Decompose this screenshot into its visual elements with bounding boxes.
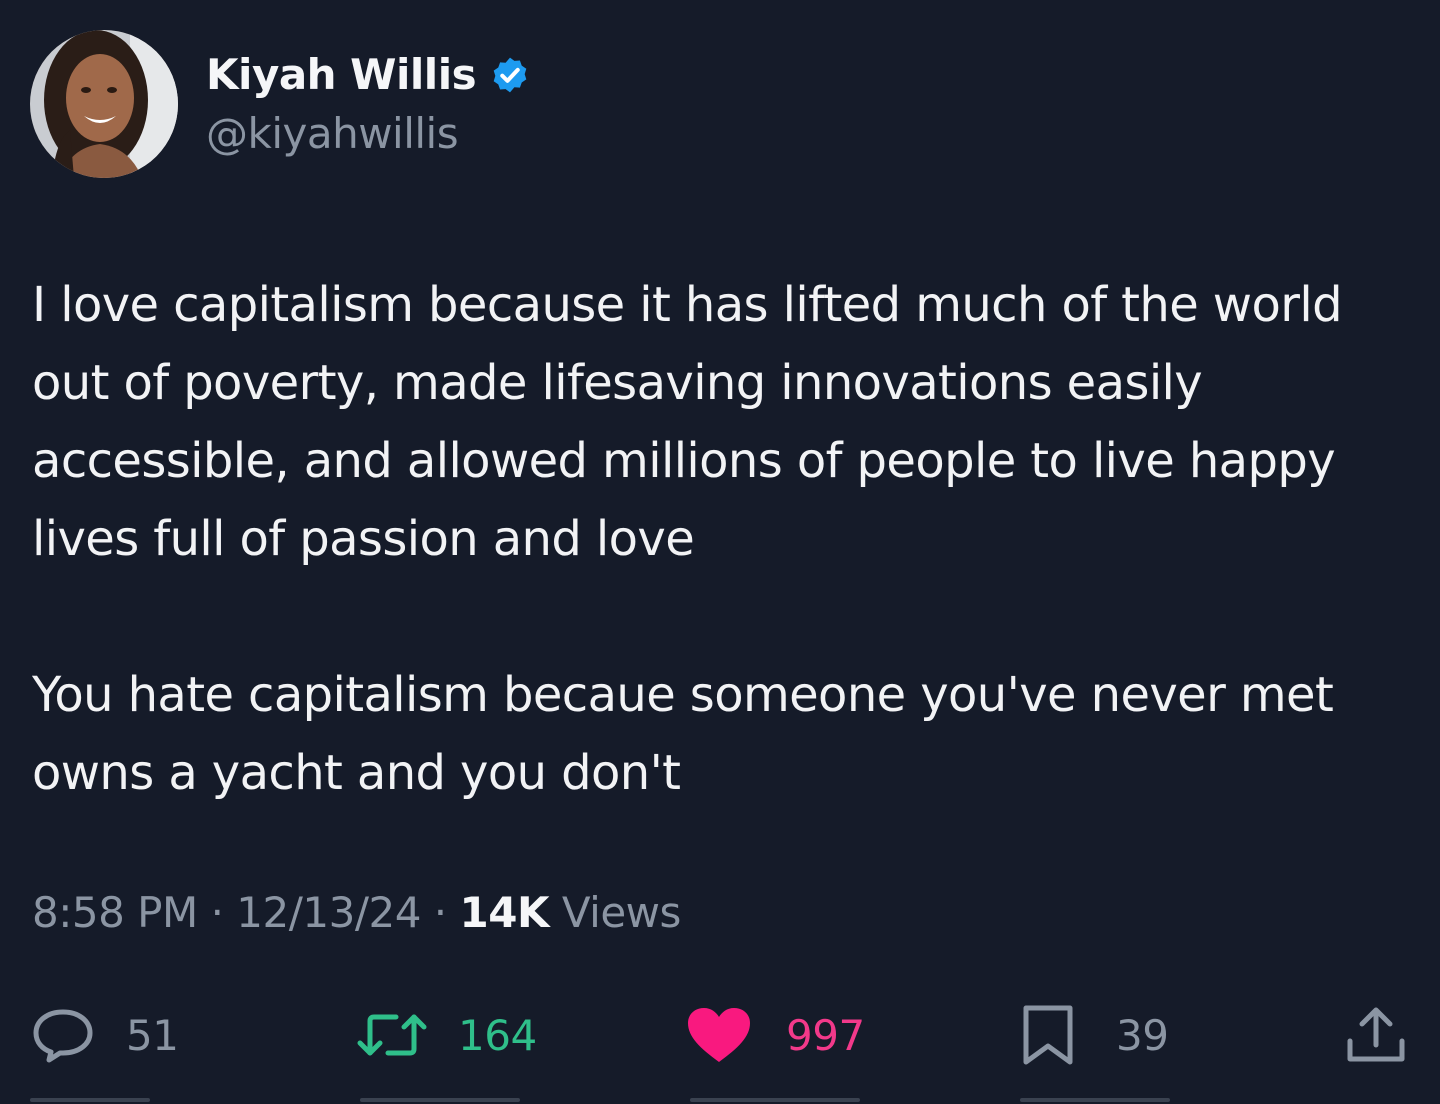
tweet-text: I love capitalism because it has lifted … <box>32 266 1412 812</box>
share-icon <box>1347 1007 1405 1062</box>
retweet-icon <box>357 1014 427 1056</box>
bookmark-count: 39 <box>1116 1010 1169 1060</box>
reply-icon <box>33 1009 93 1063</box>
meta-separator: · <box>197 888 237 937</box>
action-bar: 51 164 997 39 <box>0 1000 1440 1070</box>
avatar[interactable] <box>30 30 178 178</box>
retweet-count: 164 <box>458 1010 537 1060</box>
heart-icon <box>688 1008 750 1062</box>
tweet-time[interactable]: 8:58 PM <box>32 888 198 937</box>
tweet-paragraph: You hate capitalism becaue someone you'v… <box>32 667 1334 801</box>
share-button[interactable] <box>1344 1000 1408 1070</box>
reply-button[interactable]: 51 <box>30 1000 179 1070</box>
like-count: 997 <box>786 1010 865 1060</box>
cutoff-mark <box>30 1098 150 1102</box>
tweet-date[interactable]: 12/13/24 <box>236 888 421 937</box>
like-button[interactable]: 997 <box>686 1000 865 1070</box>
views-label: Views <box>561 888 682 937</box>
avatar-image <box>30 30 178 178</box>
retweet-button[interactable]: 164 <box>356 1000 537 1070</box>
tweet-paragraph: I love capitalism because it has lifted … <box>32 277 1343 567</box>
display-name-row: Kiyah Willis <box>206 50 532 99</box>
cutoff-mark <box>1020 1098 1170 1102</box>
views-count: 14K <box>459 888 550 937</box>
tweet-meta: 8:58 PM · 12/13/24 · 14K Views <box>32 888 681 937</box>
cutoff-mark <box>690 1098 860 1102</box>
handle[interactable]: @kiyahwillis <box>206 109 532 158</box>
author-names: Kiyah Willis @kiyahwillis <box>206 50 532 158</box>
reply-count: 51 <box>126 1010 179 1060</box>
meta-separator: · <box>420 888 460 937</box>
display-name[interactable]: Kiyah Willis <box>206 50 477 99</box>
verified-badge-icon <box>488 53 532 97</box>
bookmark-icon <box>1023 1005 1073 1065</box>
tweet-header: Kiyah Willis @kiyahwillis <box>30 30 532 178</box>
bookmark-button[interactable]: 39 <box>1020 1000 1169 1070</box>
cutoff-mark <box>360 1098 520 1102</box>
bottom-cutoff-row <box>0 1096 1440 1104</box>
